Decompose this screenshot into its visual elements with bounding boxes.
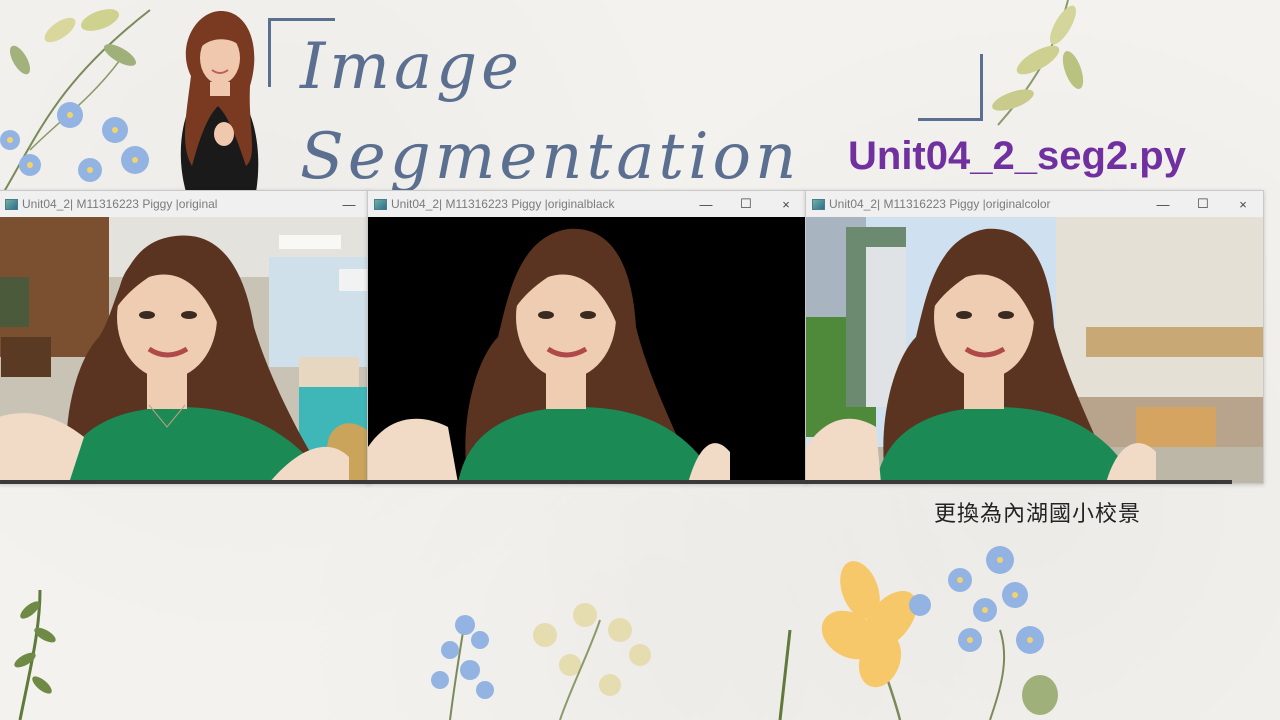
maximize-button[interactable]: ☐ — [726, 191, 766, 217]
window-title: Unit04_2| M11316223 Piggy |original — [22, 197, 218, 211]
script-filename: Unit04_2_seg2.py — [848, 134, 1186, 178]
presenter-photo — [180, 11, 259, 192]
floral-bottom-decoration — [14, 546, 1058, 720]
close-button[interactable]: × — [1223, 191, 1263, 217]
floral-top-left-decoration — [0, 9, 151, 191]
original-frame — [0, 217, 369, 483]
minimize-button[interactable]: — — [329, 191, 369, 217]
window-original-black[interactable]: Unit04_2| M11316223 Piggy |originalblack… — [367, 190, 807, 484]
slide-title: Image Segmentation — [300, 30, 801, 194]
app-icon — [812, 198, 825, 210]
app-icon — [374, 198, 387, 210]
minimize-button[interactable]: — — [686, 191, 726, 217]
window-titlebar[interactable]: Unit04_2| M11316223 Piggy |originalcolor… — [806, 191, 1263, 217]
app-icon — [5, 198, 18, 210]
maximize-button[interactable]: ☐ — [1183, 191, 1223, 217]
window-original-color[interactable]: Unit04_2| M11316223 Piggy |originalcolor… — [805, 190, 1264, 484]
person-figure — [806, 228, 1156, 483]
segmented-scene — [368, 217, 806, 483]
window-original[interactable]: Unit04_2| M11316223 Piggy |original — — [0, 190, 370, 484]
window-title: Unit04_2| M11316223 Piggy |originalcolor — [829, 197, 1051, 211]
window-titlebar[interactable]: Unit04_2| M11316223 Piggy |originalblack… — [368, 191, 806, 217]
person-figure — [0, 235, 349, 483]
title-bracket-right — [918, 54, 983, 121]
window-titlebar[interactable]: Unit04_2| M11316223 Piggy |original — — [0, 191, 369, 217]
taskbar-strip — [0, 480, 1232, 484]
caption-text: 更換為內湖國小校景 — [934, 502, 1142, 527]
segmented-black-frame — [368, 217, 806, 483]
segmented-color-frame — [806, 217, 1263, 483]
minimize-button[interactable]: — — [1143, 191, 1183, 217]
window-title: Unit04_2| M11316223 Piggy |originalblack — [391, 197, 615, 211]
close-button[interactable]: × — [766, 191, 806, 217]
